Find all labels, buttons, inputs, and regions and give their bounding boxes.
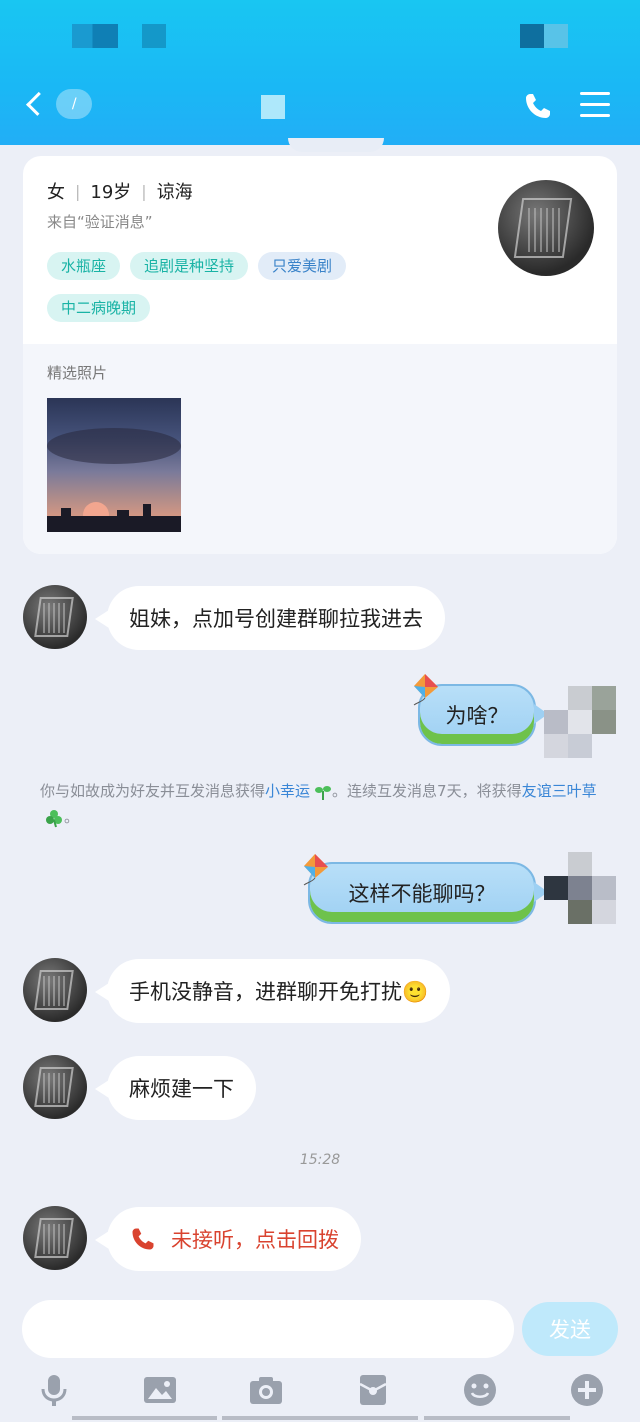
- message-text: 为啥？: [445, 704, 509, 728]
- profile-tag[interactable]: 中二病晚期: [47, 294, 151, 322]
- kite-icon: [303, 854, 328, 886]
- menu-icon[interactable]: [580, 92, 610, 118]
- message-bubble[interactable]: 手机没静音，进群聊开免打扰🙂: [94, 959, 451, 1023]
- camera-icon[interactable]: [248, 1372, 284, 1408]
- system-link[interactable]: 友谊三叶草: [522, 782, 597, 800]
- system-text: 你与如故成为好友并互发消息获得: [40, 782, 266, 800]
- message-bubble[interactable]: 麻烦建一下: [95, 1056, 256, 1120]
- profile-source: 来自“验证消息”: [47, 213, 153, 231]
- profile-tag[interactable]: 只爱美剧: [258, 252, 347, 280]
- chat-title-blurred: [261, 95, 285, 119]
- home-indicator: [424, 1416, 570, 1420]
- profile-gender: 女: [47, 182, 65, 203]
- sprout-icon: [315, 785, 332, 800]
- profile-tag[interactable]: 水瓶座: [47, 252, 121, 280]
- plus-icon[interactable]: [569, 1372, 605, 1408]
- profile-avatar[interactable]: [498, 180, 594, 276]
- chevron-left-icon: [26, 91, 51, 117]
- system-text: 。: [64, 808, 80, 826]
- profile-location: 谅海: [156, 182, 193, 203]
- profile-card[interactable]: 女 | 19岁 | 谅海 来自“验证消息” 水瓶座 追剧是种坚持 只爱美剧 中二病晚…: [23, 156, 617, 554]
- message-input[interactable]: [22, 1300, 514, 1358]
- missed-call-text: 未接听，点击回拨: [171, 1228, 339, 1252]
- send-button[interactable]: 发送: [522, 1302, 618, 1356]
- contact-avatar[interactable]: [23, 1055, 87, 1119]
- status-bar-blurred: [142, 24, 166, 48]
- contact-avatar[interactable]: [23, 585, 87, 649]
- chat-header: /: [0, 0, 640, 145]
- profile-info: 女 | 19岁 | 谅海: [47, 178, 193, 204]
- my-message-bubble[interactable]: 这样不能聊吗？: [308, 862, 548, 924]
- phone-call-icon[interactable]: [522, 90, 554, 122]
- divider: |: [141, 181, 147, 201]
- header-notch: [288, 138, 384, 152]
- profile-tag[interactable]: 追剧是种坚持: [130, 252, 249, 280]
- message-text: 姐妹，点加号创建群聊拉我进去: [129, 607, 423, 631]
- featured-photo[interactable]: [47, 398, 181, 532]
- system-link[interactable]: 小幸运: [265, 782, 310, 800]
- my-avatar-blurred[interactable]: [544, 852, 616, 924]
- unread-badge: /: [56, 89, 92, 119]
- status-bar-blurred: [520, 24, 568, 48]
- message-text: 这样不能聊吗？: [348, 882, 496, 906]
- clover-icon: [46, 809, 62, 827]
- phone-icon: [132, 1228, 154, 1250]
- system-message: 你与如故成为好友并互发消息获得小幸运 。连续互发消息7天，将获得友谊三叶草。: [40, 778, 600, 830]
- message-bubble[interactable]: 姐妹，点加号创建群聊拉我进去: [95, 586, 445, 650]
- photos-label: 精选照片: [47, 364, 108, 382]
- home-indicator: [222, 1416, 418, 1420]
- profile-tags: 水瓶座 追剧是种坚持 只爱美剧 中二病晚期: [47, 252, 487, 336]
- message-text: 手机没静音，进群聊开免打扰🙂: [129, 980, 429, 1004]
- profile-age: 19岁: [90, 182, 132, 203]
- emoji-icon[interactable]: [462, 1372, 498, 1408]
- my-avatar-blurred[interactable]: [544, 686, 616, 758]
- home-indicator: [72, 1416, 217, 1420]
- message-text: 麻烦建一下: [129, 1077, 234, 1101]
- status-bar-blurred: [72, 24, 118, 48]
- divider: |: [75, 181, 81, 201]
- timestamp: 15:28: [299, 1152, 341, 1168]
- red-packet-icon[interactable]: [355, 1372, 391, 1408]
- microphone-icon[interactable]: [36, 1372, 72, 1408]
- contact-avatar[interactable]: [23, 958, 87, 1022]
- back-button[interactable]: /: [22, 86, 92, 122]
- input-toolbar: [0, 1362, 640, 1422]
- contact-avatar[interactable]: [23, 1206, 87, 1270]
- image-icon[interactable]: [142, 1372, 178, 1408]
- kite-icon: [413, 674, 438, 706]
- system-text: 。连续互发消息7天，将获得: [332, 782, 522, 800]
- missed-call-bubble[interactable]: 未接听，点击回拨: [95, 1207, 361, 1271]
